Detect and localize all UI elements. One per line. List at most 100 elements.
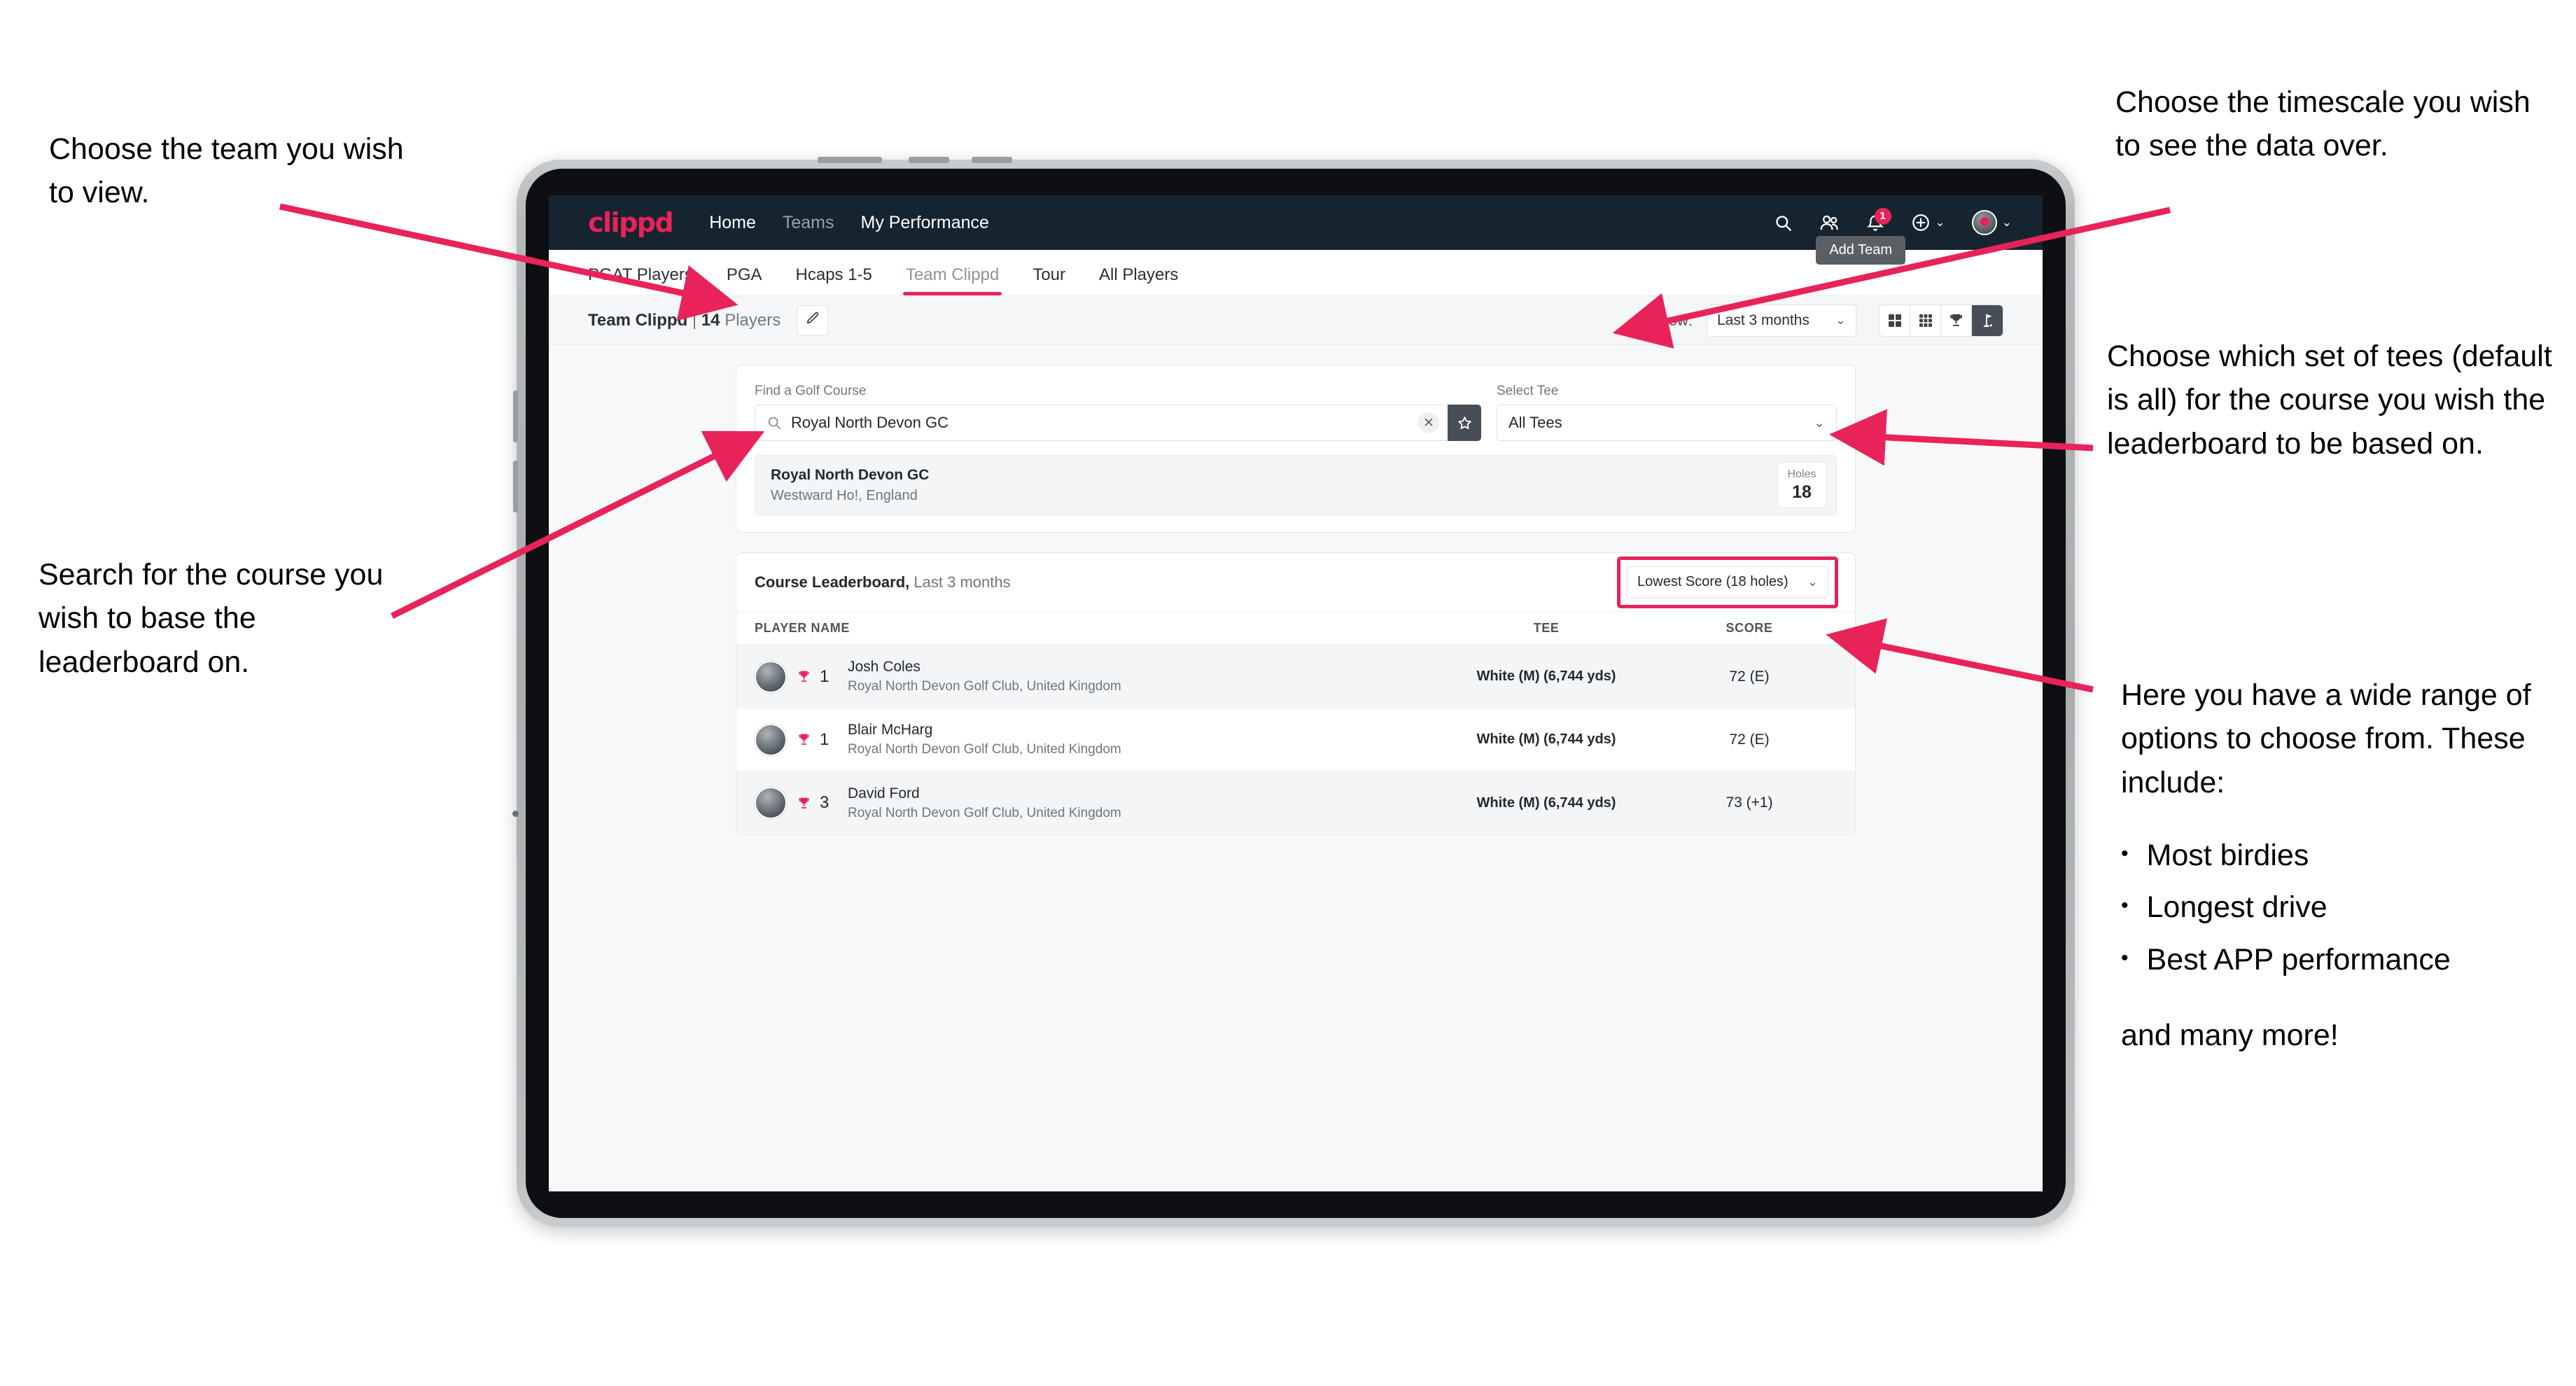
avatar-image xyxy=(1971,210,1997,235)
search-fields-row: Find a Golf Course Royal North Devon GC … xyxy=(755,384,1837,441)
tee-select-label: Select Tee xyxy=(1497,384,1559,398)
search-input-value: Royal North Devon GC xyxy=(791,414,948,431)
search-icon[interactable] xyxy=(1774,214,1793,232)
device-button-side xyxy=(513,461,518,512)
course-location: Westward Ho!, England xyxy=(771,487,918,503)
player-rank: 1 xyxy=(820,666,830,686)
trophy-icon xyxy=(797,796,811,811)
table-row[interactable]: 1 Blair McHarg Royal North Devon Golf Cl… xyxy=(736,708,1855,771)
player-cell: 1 Blair McHarg Royal North Devon Golf Cl… xyxy=(755,722,1431,757)
chevron-down-icon: ⌄ xyxy=(1835,313,1846,327)
leaderboard-subtitle: Last 3 months xyxy=(913,573,1011,591)
tab-hcaps-1-5[interactable]: Hcaps 1-5 xyxy=(796,265,872,295)
golf-flag-icon[interactable] xyxy=(1972,304,2003,336)
star-icon[interactable] xyxy=(1448,405,1481,441)
course-result-item[interactable]: Royal North Devon GC Westward Ho!, Engla… xyxy=(755,455,1837,515)
bullet-icon: • xyxy=(2121,894,2129,918)
table-row[interactable]: 3 David Ford Royal North Devon Golf Club… xyxy=(736,771,1855,834)
player-tee: White (M) (6,744 yds) xyxy=(1476,732,1616,747)
avatar[interactable]: ⌄ xyxy=(1971,210,2012,235)
chevron-down-icon: ⌄ xyxy=(1807,575,1818,589)
clippd-logo[interactable]: clippd xyxy=(588,207,674,238)
close-icon[interactable]: ✕ xyxy=(1418,412,1439,433)
grid-4-icon[interactable] xyxy=(1879,304,1910,336)
nav-link-teams[interactable]: Teams xyxy=(783,213,834,233)
device-button-top xyxy=(909,157,949,163)
trophy-icon xyxy=(797,732,811,747)
app-screen: clippd Home Teams My Performance 1 ⌄ ⌄ A… xyxy=(549,195,2043,1191)
tab-all-players[interactable]: All Players xyxy=(1099,265,1178,295)
search-input[interactable]: Royal North Devon GC ✕ xyxy=(755,405,1448,441)
chevron-down-icon[interactable]: ⌄ xyxy=(1935,216,1945,230)
annotation-metric-options: Here you have a wide range of options to… xyxy=(2121,673,2569,1057)
player-cell: 1 Josh Coles Royal North Devon Golf Club… xyxy=(755,659,1431,694)
add-team-tooltip: Add Team xyxy=(1816,236,1905,265)
player-rank: 1 xyxy=(820,729,830,749)
list-item: • Best APP performance xyxy=(2121,938,2569,981)
trophy-icon xyxy=(797,669,811,684)
trophy-icon[interactable] xyxy=(1941,304,1972,336)
tab-pgat-players[interactable]: PGAT Players xyxy=(588,265,693,295)
leaderboard-title: Course Leaderboard, Last 3 months xyxy=(755,573,1011,592)
tablet-bezel: clippd Home Teams My Performance 1 ⌄ ⌄ A… xyxy=(526,169,2066,1218)
device-button-top xyxy=(972,157,1012,163)
bell-icon[interactable]: 1 xyxy=(1866,207,1891,232)
leaderboard-header: Course Leaderboard, Last 3 months Lowest… xyxy=(736,553,1855,612)
column-header-player-name: PLAYER NAME xyxy=(755,621,850,635)
annotation-select-tees: Choose which set of tees (default is all… xyxy=(2107,340,2552,461)
player-score: 72 (E) xyxy=(1729,668,1770,685)
grid-9-icon[interactable] xyxy=(1910,304,1941,336)
toolbar-right-controls: Show: Last 3 months ⌄ xyxy=(1650,304,2003,337)
course-search-field: Find a Golf Course Royal North Devon GC … xyxy=(755,384,1481,441)
navbar-actions: 1 ⌄ ⌄ xyxy=(1774,207,2012,235)
device-button-side xyxy=(513,391,518,442)
tab-pga[interactable]: PGA xyxy=(727,265,762,295)
edit-team-button[interactable] xyxy=(797,304,829,336)
annotation-search-course: Search for the course you wish to base t… xyxy=(38,558,384,679)
player-rank: 3 xyxy=(820,793,830,812)
leaderboard-metric-select[interactable]: Lowest Score (18 holes) ⌄ xyxy=(1627,566,1828,598)
chevron-down-icon[interactable]: ⌄ xyxy=(2002,216,2012,230)
player-info: Blair McHarg Royal North Devon Golf Club… xyxy=(848,722,1121,757)
bullet-icon: • xyxy=(2121,842,2129,866)
player-tee: White (M) (6,744 yds) xyxy=(1476,794,1616,811)
course-result-text: Royal North Devon GC Westward Ho!, Engla… xyxy=(771,467,929,504)
player-cell: 3 David Ford Royal North Devon Golf Club… xyxy=(755,785,1431,821)
list-item: • Longest drive xyxy=(2121,886,2569,929)
annotation-metric-intro: Here you have a wide range of options to… xyxy=(2121,678,2531,799)
player-count: 14 xyxy=(701,310,720,330)
player-name: Blair McHarg xyxy=(848,722,933,738)
plus-circle-icon[interactable]: ⌄ xyxy=(1911,213,1945,232)
tee-select[interactable]: All Tees ⌄ xyxy=(1497,405,1837,441)
tab-team-clippd[interactable]: Team Clippd xyxy=(902,265,1002,295)
annotation-metric-tail: and many more! xyxy=(2121,1018,2339,1053)
course-name: Royal North Devon GC xyxy=(771,466,930,483)
player-info: Josh Coles Royal North Devon Golf Club, … xyxy=(848,659,1121,694)
team-summary: Team Clippd | 14 Players xyxy=(588,311,780,330)
holes-badge: Holes 18 xyxy=(1777,462,1826,508)
table-row[interactable]: 1 Josh Coles Royal North Devon Golf Club… xyxy=(736,645,1855,708)
course-search-label: Find a Golf Course xyxy=(755,384,867,398)
annotation-choose-team: Choose the team you wish to view. xyxy=(49,132,404,210)
column-header-tee: TEE xyxy=(1533,621,1560,635)
list-item: • Most birdies xyxy=(2121,834,2569,877)
tee-select-field: Select Tee All Tees ⌄ xyxy=(1497,384,1837,441)
device-camera-dot xyxy=(512,811,519,817)
chevron-down-icon: ⌄ xyxy=(1814,415,1825,430)
nav-link-my-performance[interactable]: My Performance xyxy=(861,213,989,233)
player-info: David Ford Royal North Devon Golf Club, … xyxy=(848,785,1121,821)
leaderboard-column-headers: PLAYER NAME TEE SCORE xyxy=(736,612,1855,645)
main-content: Find a Golf Course Royal North Devon GC … xyxy=(549,345,2043,835)
nav-link-home[interactable]: Home xyxy=(709,213,756,233)
show-label: Show: xyxy=(1649,311,1693,329)
device-button-top xyxy=(818,157,882,163)
timescale-select[interactable]: Last 3 months ⌄ xyxy=(1707,304,1856,337)
course-search-wrapper: Royal North Devon GC ✕ xyxy=(755,405,1481,441)
player-tee: White (M) (6,744 yds) xyxy=(1476,668,1616,684)
player-score: 73 (+1) xyxy=(1726,794,1773,811)
annotation-timescale: Choose the timescale you wish to see the… xyxy=(2115,85,2530,163)
tab-tour[interactable]: Tour xyxy=(1032,265,1065,295)
player-club: Royal North Devon Golf Club, United King… xyxy=(848,805,1121,820)
metric-select-highlight: Lowest Score (18 holes) ⌄ xyxy=(1617,556,1838,608)
people-icon[interactable] xyxy=(1819,214,1840,232)
